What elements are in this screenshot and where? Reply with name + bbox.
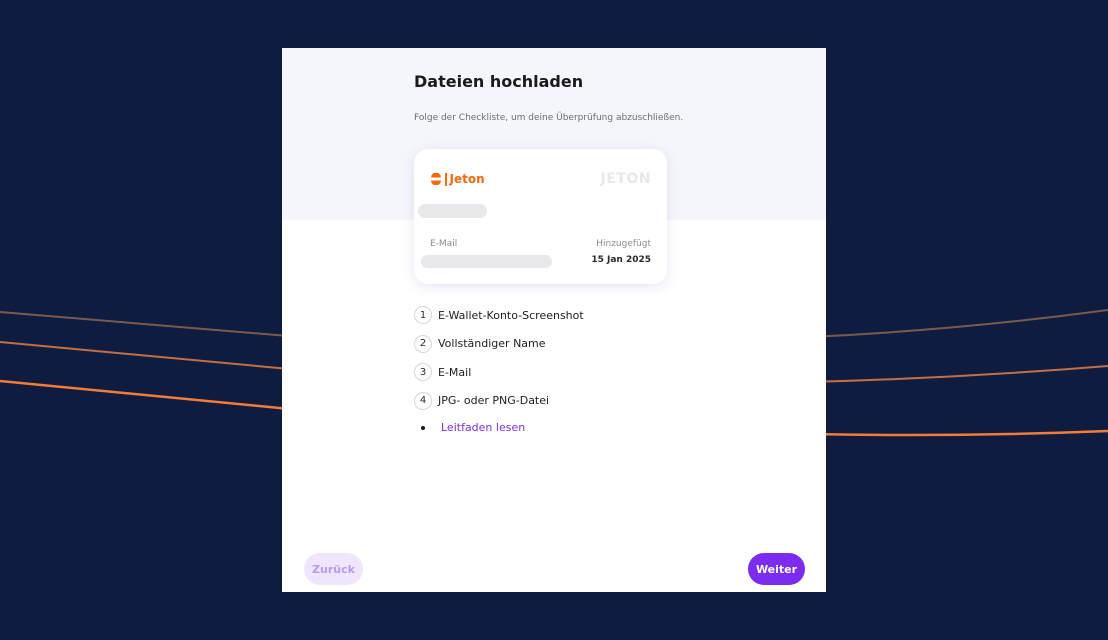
bullet-dot-icon xyxy=(421,425,425,430)
added-date: 15 Jan 2025 xyxy=(591,255,651,265)
read-guide-link[interactable]: Leitfaden lesen xyxy=(441,421,525,434)
wave-line-5 xyxy=(809,365,1108,383)
email-label: E-Mail xyxy=(430,239,458,249)
step-text: E-Mail xyxy=(438,365,472,379)
step-text: JPG- oder PNG-Datei xyxy=(438,394,550,407)
guide-row: Leitfaden lesen xyxy=(414,421,525,434)
upload-dialog: Dateien hochladen Folge der Checkliste, … xyxy=(282,48,826,592)
step-number: 2 xyxy=(414,334,432,353)
step-number: 1 xyxy=(414,306,432,324)
step-text: E-Wallet-Konto-Screenshot xyxy=(438,308,584,322)
added-label: Hinzugefügt xyxy=(596,239,651,249)
redacted-name xyxy=(418,204,487,218)
step-number: 3 xyxy=(414,363,432,381)
jeton-account-card: Jeton JETON E-Mail Hinzugefügt 15 Jan 20… xyxy=(414,149,667,284)
next-button[interactable]: Weiter xyxy=(748,553,805,585)
wave-line-6 xyxy=(809,429,1108,437)
wave-line-4 xyxy=(809,309,1108,338)
page-subtitle: Folge der Checkliste, um deine Überprüfu… xyxy=(414,113,684,123)
logo-separator xyxy=(445,172,447,186)
page-title: Dateien hochladen xyxy=(414,72,584,91)
redacted-email xyxy=(421,255,552,268)
wave-line-1 xyxy=(0,311,301,338)
card-brand: Jeton xyxy=(430,172,485,186)
step-number: 4 xyxy=(414,391,432,410)
step-text: Vollständiger Name xyxy=(438,337,546,350)
checklist-item: 3 E-Mail xyxy=(414,363,584,381)
checklist-item: 2 Vollständiger Name xyxy=(414,334,584,353)
wave-line-3 xyxy=(0,379,301,412)
brand-name: Jeton xyxy=(449,172,485,186)
checklist-item: 1 E-Wallet-Konto-Screenshot xyxy=(414,306,584,324)
back-button[interactable]: Zurück xyxy=(304,553,363,585)
jeton-logo-icon xyxy=(431,173,441,185)
checklist-item: 4 JPG- oder PNG-Datei xyxy=(414,391,584,410)
wave-line-2 xyxy=(0,341,301,371)
card-watermark: JETON xyxy=(600,171,651,187)
checklist: 1 E-Wallet-Konto-Screenshot 2 Vollständi… xyxy=(414,306,584,420)
